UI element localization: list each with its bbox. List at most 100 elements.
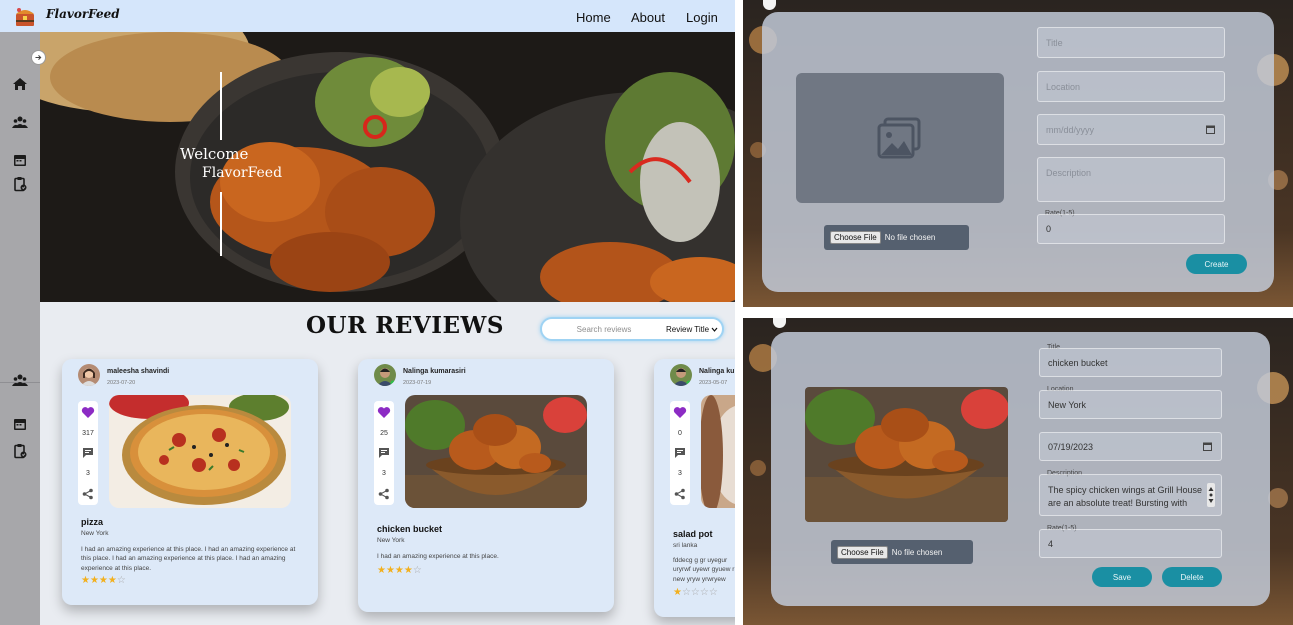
rating-stars: ★☆☆☆☆ [673,587,718,598]
reviews-page: FlavorFeed Home About Login Welcome Flav… [0,0,735,625]
review-actions: 317 3 [78,401,98,505]
file-status-text: No file chosen [891,547,943,557]
review-date: 2023-07-19 [403,380,432,386]
review-location: New York [81,530,109,537]
star-empty-icon: ☆ [412,565,422,576]
review-author[interactable]: Nalinga ku [699,368,734,375]
share-icon[interactable] [378,488,390,500]
comment-icon[interactable] [674,447,686,459]
share-icon[interactable] [674,488,686,500]
scrollbar-stepper-icon[interactable] [1207,483,1215,507]
comments-count: 3 [678,470,682,477]
star-filled-icon: ★★★★ [81,575,117,586]
treasure-chest-logo-icon [16,8,34,26]
location-field[interactable]: New York [1039,390,1222,419]
nav-link-login[interactable]: Login [686,10,718,25]
review-location: sri lanka [673,542,698,549]
file-upload: Choose File No file chosen [831,540,973,564]
comment-icon[interactable] [82,447,94,459]
heart-icon[interactable] [81,406,95,419]
location-field[interactable]: Location [1037,71,1225,102]
file-status-text: No file chosen [884,233,936,242]
image-placeholder-icon [877,117,921,159]
hero-welcome-text: Welcome [180,145,249,163]
review-card[interactable]: maleesha shavindi 2023-07-20 317 3 pizza… [62,359,318,605]
comments-count: 3 [86,470,90,477]
image-preview-placeholder [796,73,1004,203]
sort-select-value: Review Title [666,324,710,334]
review-description: I had an amazing experience at this plac… [377,553,499,560]
date-placeholder: mm/dd/yyyy [1046,124,1095,135]
save-button[interactable]: Save [1092,567,1152,587]
review-actions: 25 3 [374,401,394,505]
description-value: The spicy chicken wings at Grill House a… [1048,485,1203,509]
review-image-preview [805,387,1008,522]
hero-banner: Welcome FlavorFeed [40,32,735,302]
review-card[interactable]: Nalinga ku 2023-05-07 0 3 salad pot sri … [654,359,735,617]
review-title[interactable]: pizza [81,517,103,527]
sort-select[interactable]: Review Title [662,321,720,337]
users-icon[interactable] [12,372,28,388]
review-location: New York [377,537,405,544]
calendar-icon[interactable] [1203,442,1212,451]
left-sidebar [0,32,40,625]
review-image [405,395,587,508]
review-description: fddecg g gr uyegur uryrwf uyewr gyuew r … [673,557,735,583]
calendar-icon[interactable] [12,416,28,432]
calendar-icon[interactable] [12,152,28,168]
search-bar: Review Title [540,317,724,341]
review-title[interactable]: salad pot [673,529,713,539]
star-empty-icon: ☆☆☆☆ [681,587,718,598]
description-field[interactable]: Description [1037,157,1225,202]
hero-brand-text: FlavorFeed [202,165,283,181]
rate-field[interactable]: 4 [1039,529,1222,558]
chevron-down-icon [711,327,718,332]
search-input[interactable] [548,321,660,337]
rating-stars: ★★★★☆ [81,575,126,586]
nav-link-about[interactable]: About [631,10,665,25]
create-button[interactable]: Create [1186,254,1247,274]
likes-count: 317 [82,430,94,437]
rate-field[interactable]: 0 [1037,214,1225,244]
avatar [670,364,692,386]
description-field[interactable]: The spicy chicken wings at Grill House a… [1039,474,1222,516]
heart-icon[interactable] [673,406,687,419]
hero-food-image [40,32,735,302]
star-filled-icon: ★ [673,587,682,598]
likes-count: 25 [380,430,388,437]
users-icon[interactable] [12,114,28,130]
file-upload: Choose File No file chosen [824,225,969,250]
date-field[interactable]: 07/19/2023 [1039,432,1222,461]
title-field[interactable]: chicken bucket [1039,348,1222,377]
avatar [374,364,396,386]
home-icon[interactable] [12,76,28,92]
avatar [78,364,100,386]
likes-count: 0 [678,430,682,437]
share-icon[interactable] [82,488,94,500]
rating-stars: ★★★★☆ [377,565,422,576]
review-title[interactable]: chicken bucket [377,524,442,534]
clipboard-icon[interactable] [12,443,28,459]
clipboard-icon[interactable] [12,176,28,192]
star-empty-icon: ☆ [116,575,126,586]
hero-divider-bottom [220,192,222,256]
review-image [109,395,291,508]
date-field[interactable]: mm/dd/yyyy [1037,114,1225,145]
brand-name[interactable]: FlavorFeed [46,7,120,21]
heart-icon[interactable] [377,406,391,419]
review-card[interactable]: Nalinga kumarasiri 2023-07-19 25 3 chick… [358,359,614,612]
calendar-icon[interactable] [1206,125,1215,134]
delete-button[interactable]: Delete [1162,567,1222,587]
title-field[interactable]: Title [1037,27,1225,58]
comments-count: 3 [382,470,386,477]
nav-link-home[interactable]: Home [576,10,611,25]
choose-file-button[interactable]: Choose File [837,545,888,559]
review-author[interactable]: maleesha shavindi [107,368,169,375]
review-author[interactable]: Nalinga kumarasiri [403,368,466,375]
review-actions: 0 3 [670,401,690,505]
choose-file-button[interactable]: Choose File [830,231,881,244]
reviews-heading: OUR REVIEWS [306,312,504,339]
comment-icon[interactable] [378,447,390,459]
date-value: 07/19/2023 [1048,441,1094,452]
sidebar-toggle-arrow-icon[interactable] [31,50,46,65]
